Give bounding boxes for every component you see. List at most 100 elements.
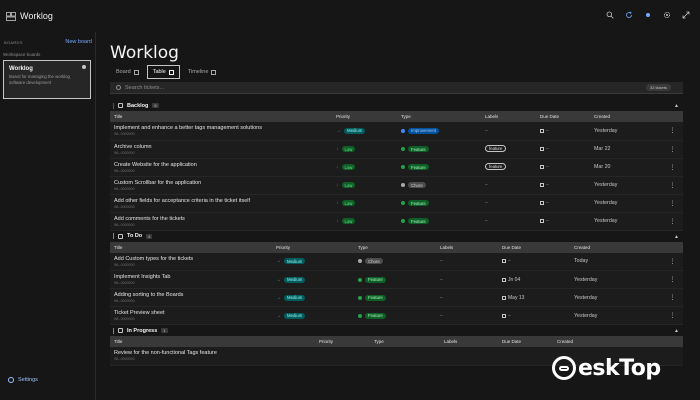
row-menu-icon[interactable]: ⋮ (658, 122, 683, 140)
priority-cell[interactable]: ↓ Low (332, 158, 397, 176)
table-row[interactable]: Archive column WL-0000000 ↓ Low Feature featu… (110, 140, 683, 158)
search-input[interactable] (125, 84, 425, 91)
settings-link[interactable]: Settings (8, 377, 38, 383)
priority-cell[interactable]: ↓ Low (332, 194, 397, 212)
column-header-due[interactable]: Due Date (536, 111, 590, 122)
labels-cell[interactable]: – (436, 253, 498, 271)
type-cell[interactable]: Feature (397, 140, 481, 158)
priority-cell[interactable]: ↓ Low (332, 212, 397, 230)
labels-cell[interactable] (440, 347, 498, 365)
labels-cell[interactable]: – (436, 289, 498, 307)
column-header-due[interactable]: Due Date (498, 336, 553, 347)
labels-cell[interactable]: feature (481, 140, 536, 158)
ticket-title[interactable]: Add comments for the tickets (114, 216, 332, 222)
type-cell[interactable]: Feature (397, 212, 481, 230)
ticket-title[interactable]: Ticket Preview sheet (114, 310, 272, 316)
due-date-cell[interactable]: – (536, 212, 590, 230)
ticket-title[interactable]: Implement and enhance a better tags mana… (114, 125, 332, 131)
row-menu-icon[interactable]: ⋮ (658, 140, 683, 158)
priority-cell[interactable]: ↓ Low (332, 176, 397, 194)
due-date-cell[interactable]: – (536, 158, 590, 176)
row-menu-icon[interactable]: ⋮ (658, 176, 683, 194)
column-header-created[interactable]: Created (590, 111, 658, 122)
column-header-labels[interactable]: Labels (436, 242, 498, 253)
collapse-caret-icon[interactable]: ▲ (674, 234, 679, 240)
column-header-priority[interactable]: Priority (332, 111, 397, 122)
labels-cell[interactable]: – (481, 212, 536, 230)
tab-timeline[interactable]: Timeline (182, 65, 223, 79)
column-header-created[interactable]: Created (553, 336, 658, 347)
table-row[interactable]: Implement and enhance a better tags mana… (110, 122, 683, 140)
type-cell[interactable] (370, 347, 440, 365)
due-date-cell[interactable]: – (536, 140, 590, 158)
row-menu-icon[interactable]: ⋮ (658, 212, 683, 230)
ticket-title[interactable]: Create Website for the application (114, 162, 332, 168)
table-row[interactable]: Create Website for the application WL-000… (110, 158, 683, 176)
due-date-cell[interactable]: – (498, 253, 570, 271)
priority-cell[interactable]: → Medium (272, 307, 354, 325)
collapse-caret-icon[interactable]: ▲ (674, 328, 679, 334)
ticket-title[interactable]: Implement Insights Tab (114, 274, 272, 280)
column-header-type[interactable]: Type (354, 242, 436, 253)
tab-table[interactable]: Table (146, 65, 180, 79)
table-row[interactable]: Custom Scrollbar for the application WL-0… (110, 176, 683, 194)
new-board-button[interactable]: New board (65, 39, 92, 45)
due-date-cell[interactable]: Jn 04 (498, 271, 570, 289)
table-row[interactable]: Adding sorting to the Boards WL-0000000 → M… (110, 288, 683, 307)
column-header-priority[interactable]: Priority (315, 336, 370, 347)
group-header[interactable]: To Do 4 ▲ (110, 231, 683, 242)
column-header-labels[interactable]: Labels (440, 336, 498, 347)
priority-cell[interactable]: → Medium (332, 122, 397, 140)
tab-board[interactable]: Board (110, 65, 145, 79)
collapse-caret-icon[interactable]: ▲ (674, 103, 679, 109)
type-cell[interactable]: Feature (397, 158, 481, 176)
ticket-title[interactable]: Adding sorting to the Boards (114, 292, 272, 298)
table-row[interactable]: Ticket Preview sheet WL-0000000 → Medium Fea… (110, 306, 683, 325)
column-header-due[interactable]: Due Date (498, 242, 570, 253)
column-header-title[interactable]: Title (110, 242, 272, 253)
column-header-labels[interactable]: Labels (481, 111, 536, 122)
type-cell[interactable]: Feature (354, 307, 436, 325)
type-cell[interactable]: Feature (354, 289, 436, 307)
row-menu-icon[interactable]: ⋮ (658, 253, 683, 271)
ticket-title[interactable]: Review for the non-functional Tags featu… (114, 350, 315, 356)
search-icon[interactable] (606, 11, 614, 19)
row-menu-icon[interactable]: ⋮ (658, 158, 683, 176)
type-cell[interactable]: Chore (354, 253, 436, 271)
row-menu-icon[interactable]: ⋮ (658, 307, 683, 325)
due-date-cell[interactable]: – (498, 307, 570, 325)
type-cell[interactable]: Feature (354, 271, 436, 289)
column-header-type[interactable]: Type (370, 336, 440, 347)
group-header[interactable]: Backlog 6 ▲ (110, 100, 683, 111)
ticket-title[interactable]: Custom Scrollbar for the application (114, 180, 332, 186)
column-header-title[interactable]: Title (110, 336, 315, 347)
row-menu-icon[interactable]: ⋮ (658, 289, 683, 307)
priority-cell[interactable]: → Medium (272, 289, 354, 307)
ticket-title[interactable]: Add Custom types for the tickets (114, 256, 272, 262)
priority-cell[interactable]: ↓ Low (332, 140, 397, 158)
settings-gear-icon[interactable] (663, 11, 671, 19)
labels-cell[interactable]: feature (481, 158, 536, 176)
table-row[interactable]: Add Custom types for the tickets WL-00000… (110, 252, 683, 271)
type-cell[interactable]: Improvement (397, 122, 481, 140)
sidebar-board-worklog[interactable]: Worklog Board for managing the worklog s… (3, 60, 91, 99)
labels-cell[interactable]: – (481, 122, 536, 140)
labels-cell[interactable]: – (436, 271, 498, 289)
priority-cell[interactable]: → Medium (272, 271, 354, 289)
table-row[interactable]: Add comments for the tickets WL-0000000 ↓ L… (110, 212, 683, 230)
column-header-type[interactable]: Type (397, 111, 481, 122)
type-cell[interactable]: Chore (397, 176, 481, 194)
due-date-cell[interactable]: – (536, 176, 590, 194)
refresh-icon[interactable] (625, 11, 633, 19)
type-cell[interactable]: Feature (397, 194, 481, 212)
due-date-cell[interactable]: – (536, 122, 590, 140)
group-header[interactable]: In Progress 1 ▲ (110, 325, 683, 336)
priority-cell[interactable]: → Medium (272, 253, 354, 271)
due-date-cell[interactable]: – (536, 194, 590, 212)
ticket-title[interactable]: Add other fields for acceptance criteria… (114, 198, 332, 204)
theme-icon[interactable] (644, 11, 652, 19)
labels-cell[interactable]: – (481, 176, 536, 194)
row-menu-icon[interactable]: ⋮ (658, 271, 683, 289)
table-row[interactable]: Add other fields for acceptance criteria… (110, 194, 683, 212)
due-date-cell[interactable]: May 13 (498, 289, 570, 307)
